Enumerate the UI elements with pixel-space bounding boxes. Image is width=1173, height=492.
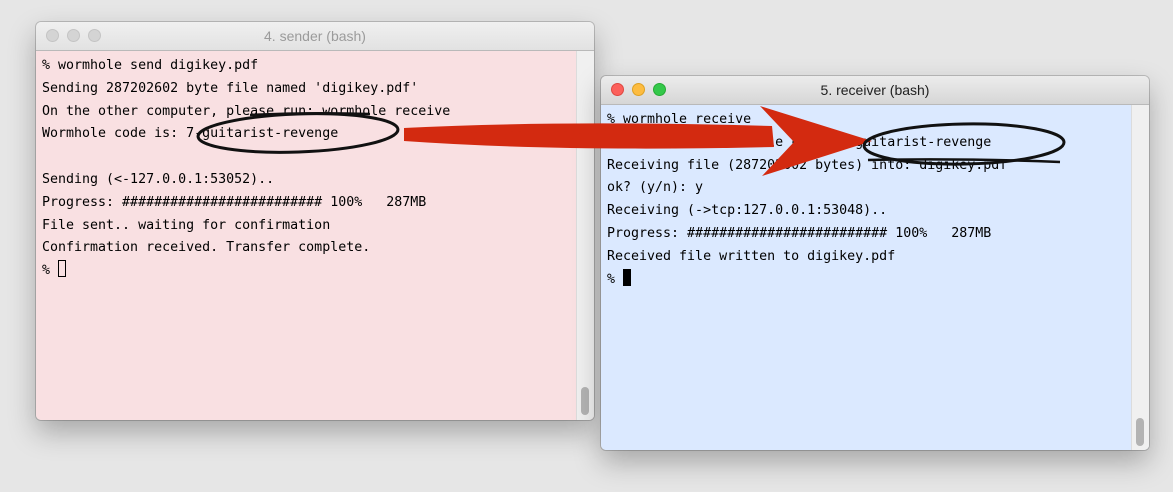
receiver-title-bar[interactable]: 5. receiver (bash) <box>601 76 1149 105</box>
prompt-line: % <box>607 268 1143 292</box>
terminal-line: Wormhole code is: 7-guitarist-revenge <box>42 126 339 142</box>
scroll-thumb[interactable] <box>1136 418 1144 446</box>
terminal-line: Received file written to digikey.pdf <box>607 248 896 264</box>
terminal-cursor <box>58 260 67 278</box>
window-title: 5. receiver (bash) <box>820 82 930 98</box>
terminal-cursor <box>623 268 632 286</box>
scrollbar[interactable] <box>1131 105 1149 450</box>
terminal-line: Receiving (->tcp:127.0.0.1:53048).. <box>607 203 888 219</box>
terminal-line: Progress: ######################### 100%… <box>42 194 427 210</box>
terminal-line: Confirmation received. Transfer complete… <box>42 240 371 256</box>
sender-title-bar[interactable]: 4. sender (bash) <box>36 22 594 51</box>
terminal-line: On the other computer, please run: wormh… <box>42 103 451 119</box>
terminal-line: Sending 287202602 byte file named 'digik… <box>42 80 419 96</box>
sender-terminal-output[interactable]: % wormhole send digikey.pdf Sending 2872… <box>36 51 594 420</box>
shell-prompt: % <box>607 271 624 287</box>
terminal-line: Enter receive wormhole code: 7-guitarist… <box>607 134 992 150</box>
terminal-line: % wormhole send digikey.pdf <box>42 58 259 73</box>
terminal-line: File sent.. waiting for confirmation <box>42 217 331 233</box>
window-title: 4. sender (bash) <box>264 28 366 44</box>
receiver-terminal-window[interactable]: 5. receiver (bash) % wormhole receive En… <box>601 76 1149 450</box>
sender-terminal-window[interactable]: 4. sender (bash) % wormhole send digikey… <box>36 22 594 420</box>
terminal-line: % wormhole receive <box>607 112 752 127</box>
receiver-terminal-output[interactable]: % wormhole receive Enter receive wormhol… <box>601 105 1149 450</box>
terminal-line: Receiving file (287202602 bytes) into: d… <box>607 157 1008 173</box>
scrollbar[interactable] <box>576 51 594 420</box>
prompt-line: % <box>42 260 588 283</box>
scroll-thumb[interactable] <box>581 387 589 415</box>
shell-prompt: % <box>42 263 59 279</box>
terminal-line: Progress: ######################### 100%… <box>607 225 992 241</box>
terminal-line: ok? (y/n): y <box>607 180 704 196</box>
terminal-line: Sending (<-127.0.0.1:53052).. <box>42 171 275 187</box>
